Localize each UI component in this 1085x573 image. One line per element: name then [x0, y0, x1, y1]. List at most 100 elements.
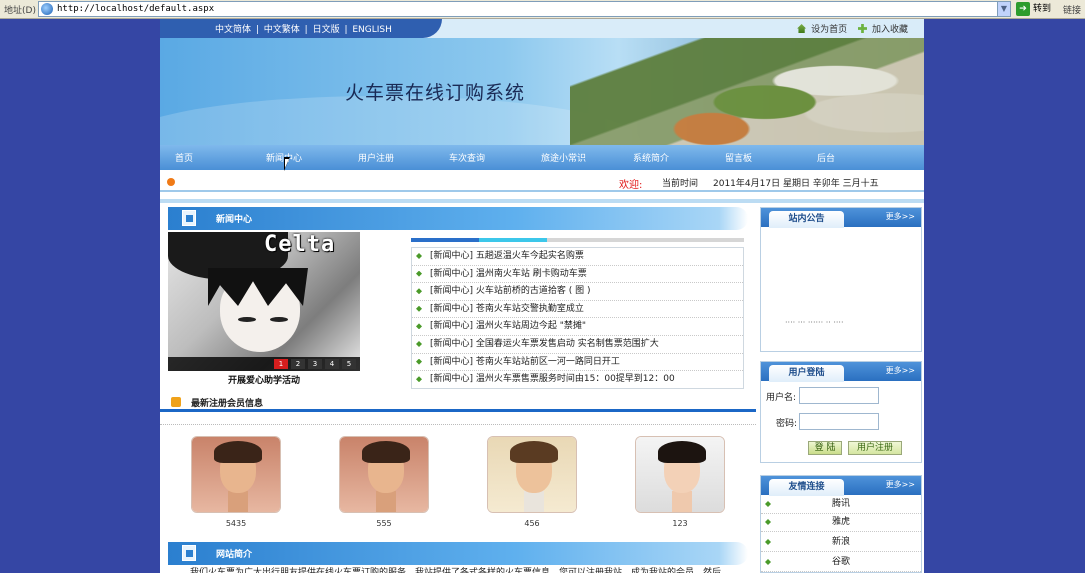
- news-item-text[interactable]: [新闻中心] 温州火车站周边今起 "禁摊": [430, 321, 586, 331]
- login-title: 用户登陆: [769, 365, 844, 382]
- nav-home[interactable]: 首页: [175, 151, 193, 164]
- member-name: 456: [524, 519, 540, 528]
- member-card[interactable]: 5435: [191, 436, 281, 528]
- register-button[interactable]: 用户注册: [848, 441, 902, 455]
- friend-link[interactable]: 新浪: [761, 534, 921, 552]
- friend-link-text[interactable]: 雅虎: [832, 517, 850, 527]
- news-tab[interactable]: [411, 238, 479, 242]
- slide-page-3[interactable]: 3: [308, 359, 322, 369]
- news-item[interactable]: [新闻中心] 温州火车站周边今起 "禁摊": [412, 318, 743, 336]
- slide-page-2[interactable]: 2: [291, 359, 305, 369]
- member-avatar[interactable]: [191, 436, 281, 513]
- news-item[interactable]: [新闻中心] 五趟返温火车今起实名购票: [412, 248, 743, 266]
- login-button[interactable]: 登 陆: [808, 441, 842, 455]
- photo-caption[interactable]: 开展爱心助学活动: [168, 373, 360, 386]
- username-input[interactable]: [799, 387, 879, 404]
- intro-section-header: 网站简介: [168, 542, 748, 565]
- member-avatar[interactable]: [339, 436, 429, 513]
- plus-icon: [857, 24, 867, 33]
- friend-link-text[interactable]: 新浪: [832, 537, 850, 547]
- member-card[interactable]: 123: [635, 436, 725, 528]
- news-item[interactable]: [新闻中心] 苍南火车站站前区一河一路同日开工: [412, 354, 743, 372]
- news-tab[interactable]: [479, 238, 547, 242]
- lang-japanese-link[interactable]: 日文版: [313, 25, 340, 35]
- member-name: 5435: [225, 519, 247, 528]
- home-icon: [797, 24, 807, 33]
- lang-simplified-link[interactable]: 中文简体: [215, 25, 251, 35]
- notice-title: 站内公告: [769, 211, 844, 228]
- address-url[interactable]: http://localhost/default.aspx: [57, 4, 214, 14]
- links-label[interactable]: 链接: [1063, 3, 1081, 16]
- news-item[interactable]: [新闻中心] 温州火车票售票服务时间由15：00提早到12：00: [412, 371, 743, 389]
- news-item[interactable]: [新闻中心] 温州南火车站 刷卡购动车票: [412, 266, 743, 284]
- slideshow-pager: 1 2 3 4 5: [168, 357, 360, 371]
- separator: [160, 199, 924, 203]
- news-item-text[interactable]: [新闻中心] 苍南火车站交警执勤室成立: [430, 304, 584, 314]
- member-card[interactable]: 456: [487, 436, 577, 528]
- notice-more-link[interactable]: 更多>>: [886, 211, 915, 222]
- login-panel: 用户登陆 更多>> 用户名: 密码: 登 陆 用户注册: [760, 361, 922, 463]
- friend-link-text[interactable]: 腾讯: [832, 499, 850, 509]
- top-right-links: 设为首页 加入收藏: [789, 22, 908, 35]
- photo-eye: [238, 317, 256, 322]
- notice-header: 站内公告 更多>>: [761, 208, 921, 228]
- friend-link[interactable]: 谷歌: [761, 554, 921, 572]
- notice-panel: 站内公告 更多>> ···· ··· ······ ·· ····: [760, 207, 922, 352]
- nav-about[interactable]: 系统简介: [633, 151, 669, 164]
- add-favorite-link[interactable]: 加入收藏: [872, 25, 908, 35]
- news-item[interactable]: [新闻中心] 苍南火车站交警执勤室成立: [412, 301, 743, 319]
- bullet-icon: [765, 519, 771, 525]
- member-name: 555: [376, 519, 392, 528]
- friend-link[interactable]: 腾讯: [761, 496, 921, 514]
- password-input[interactable]: [799, 413, 879, 430]
- username-label: 用户名:: [766, 393, 797, 403]
- chevron-down-icon[interactable]: ▼: [997, 2, 1010, 16]
- browser-address-bar: 地址(D) http://localhost/default.aspx ▼ ➔ …: [0, 0, 1085, 19]
- avatar-neck: [376, 491, 396, 512]
- nav-travel-tips[interactable]: 旅途小常识: [541, 151, 586, 164]
- news-item-text[interactable]: [新闻中心] 五趟返温火车今起实名购票: [430, 251, 584, 261]
- slide-page-1[interactable]: 1: [274, 359, 288, 369]
- nav-train-search[interactable]: 车次查询: [449, 151, 485, 164]
- address-input[interactable]: http://localhost/default.aspx ▼: [38, 1, 1011, 17]
- news-item-text[interactable]: [新闻中心] 温州南火车站 刷卡购动车票: [430, 269, 587, 279]
- member-avatar[interactable]: [487, 436, 577, 513]
- nav-admin[interactable]: 后台: [817, 151, 835, 164]
- nav-guestbook[interactable]: 留言板: [725, 151, 752, 164]
- slide-page-4[interactable]: 4: [325, 359, 339, 369]
- bullet-icon: [416, 341, 422, 347]
- avatar-neck: [228, 491, 248, 512]
- news-item-text[interactable]: [新闻中心] 温州火车票售票服务时间由15：00提早到12：00: [430, 374, 675, 384]
- friend-links-header: 友情连接 更多>>: [761, 476, 921, 496]
- divider: [160, 424, 756, 425]
- news-tab-strip: [411, 238, 744, 242]
- set-home-link[interactable]: 设为首页: [811, 25, 847, 35]
- avatar-hair: [362, 441, 410, 463]
- address-label: 地址(D): [4, 6, 36, 16]
- slide-page-5[interactable]: 5: [342, 359, 356, 369]
- main-nav: 首页 新闻中心 用户注册 车次查询 旅途小常识 系统简介 留言板 后台: [160, 145, 924, 170]
- news-photo-slideshow[interactable]: Celta 1 2 3 4 5: [168, 232, 360, 371]
- news-item-text[interactable]: [新闻中心] 火车站前桥的古道拾客 ( 图 ): [430, 286, 591, 296]
- bullet-icon: [416, 288, 422, 295]
- lang-traditional-link[interactable]: 中文繁体: [264, 25, 300, 35]
- friend-link-text[interactable]: 谷歌: [832, 557, 850, 567]
- login-more-link[interactable]: 更多>>: [886, 365, 915, 376]
- news-item[interactable]: [新闻中心] 火车站前桥的古道拾客 ( 图 ): [412, 283, 743, 301]
- news-item-text[interactable]: [新闻中心] 苍南火车站站前区一河一路同日开工: [430, 357, 620, 367]
- mouse-cursor-fill: [285, 159, 289, 168]
- news-section-title: 新闻中心: [216, 215, 253, 225]
- go-button[interactable]: ➔ 转到: [1016, 1, 1051, 17]
- news-item[interactable]: [新闻中心] 全国春运火车票发售启动 实名制售票范围扩大: [412, 336, 743, 354]
- news-item-text[interactable]: [新闻中心] 全国春运火车票发售启动 实名制售票范围扩大: [430, 339, 659, 349]
- member-avatar[interactable]: [635, 436, 725, 513]
- photo-overlay-text: Celta: [264, 232, 336, 257]
- lang-english-link[interactable]: ENGLISH: [352, 25, 392, 35]
- news-list: [新闻中心] 五趟返温火车今起实名购票 [新闻中心] 温州南火车站 刷卡购动车票…: [411, 247, 744, 389]
- nav-register[interactable]: 用户注册: [358, 151, 394, 164]
- friend-links-more-link[interactable]: 更多>>: [886, 479, 915, 490]
- member-name: 123: [672, 519, 688, 528]
- friend-link[interactable]: 雅虎: [761, 514, 921, 532]
- member-card[interactable]: 555: [339, 436, 429, 528]
- bullet-icon: [416, 323, 422, 330]
